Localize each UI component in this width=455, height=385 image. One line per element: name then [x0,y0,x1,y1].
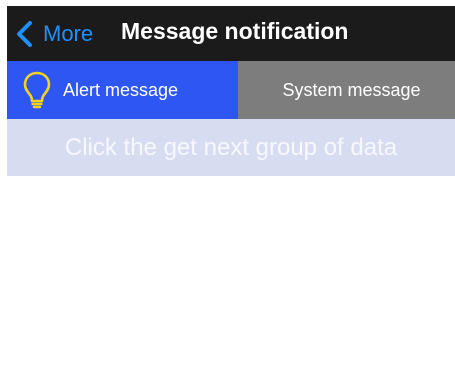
tab-alert-label: Alert message [63,79,179,100]
lightbulb-icon [23,71,51,109]
navigation-bar: More Message notification [7,6,455,61]
tab-system-message[interactable]: System message [238,61,455,119]
message-list [7,176,455,385]
back-label: More [43,21,94,46]
page-title: Message notification [121,18,349,44]
app-screen: More Message notification Alert message … [7,6,455,385]
load-more-label: Click the get next group of data [64,133,398,161]
tab-system-label: System message [282,79,421,100]
chevron-left-icon [17,21,32,47]
load-more-button[interactable]: Click the get next group of data [7,119,455,176]
tab-alert-message[interactable]: Alert message [7,61,238,119]
back-button[interactable]: More [13,14,93,54]
message-tabs: Alert message System message [7,61,455,119]
